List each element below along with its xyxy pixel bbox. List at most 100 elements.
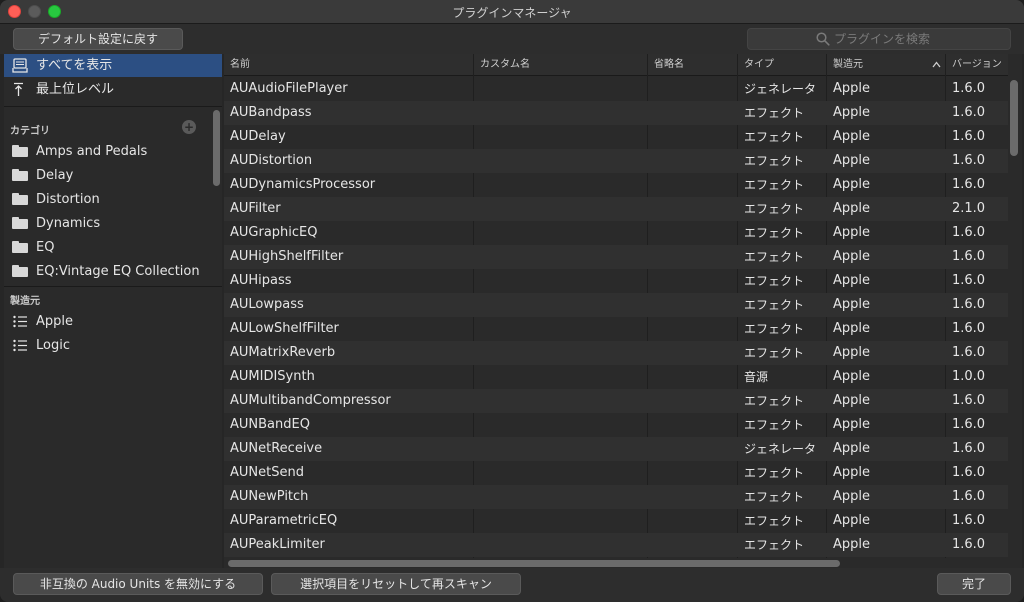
cell-type: エフェクト [744,394,805,408]
table-row[interactable]: AUMatrixReverb エフェクト Apple 1.6.0 [224,341,1008,365]
table-horizontal-scrollbar[interactable] [228,560,840,567]
sidebar-item-show-all[interactable]: すべてを表示 [4,54,222,77]
cell-manufacturer: Apple [833,225,871,240]
cell-version: 1.6.0 [952,321,986,336]
cell-version: 1.6.0 [952,417,986,432]
cell-version: 1.6.0 [952,441,986,456]
column-header-custom-name[interactable]: カスタム名 [474,54,648,76]
disable-incompatible-au-button[interactable]: 非互換の Audio Units を無効にする [13,573,263,595]
cell-type: ジェネレータ [744,442,817,456]
cell-type: エフェクト [744,226,805,240]
sidebar-item-top-level[interactable]: 最上位レベル [4,78,222,101]
sidebar-item-category[interactable]: EQ [4,236,222,259]
sidebar-item-manufacturer[interactable]: Apple [4,310,222,333]
cell-version: 1.6.0 [952,177,986,192]
sidebar-item-category[interactable]: EQ:Vintage EQ Collection [4,260,222,283]
search-placeholder: プラグインを検索 [834,32,931,46]
table-row[interactable]: AUParametricEQ エフェクト Apple 1.6.0 [224,509,1008,533]
cell-version: 1.6.0 [952,225,986,240]
table-row[interactable]: AUMultibandCompressor エフェクト Apple 1.6.0 [224,389,1008,413]
table-row[interactable]: AUNetSend エフェクト Apple 1.6.0 [224,461,1008,485]
sidebar-item-label: Distortion [36,192,100,207]
folder-icon [12,169,28,181]
sidebar-item-label: Amps and Pedals [36,144,148,159]
table-row[interactable]: AUFilter エフェクト Apple 2.1.0 [224,197,1008,221]
cell-type: ジェネレータ [744,82,817,96]
table-row[interactable]: AUGraphicEQ エフェクト Apple 1.6.0 [224,221,1008,245]
done-button[interactable]: 完了 [937,573,1011,595]
cell-version: 1.6.0 [952,513,986,528]
table-row[interactable]: AUDynamicsProcessor エフェクト Apple 1.6.0 [224,173,1008,197]
cell-name: AUMatrixReverb [230,345,336,360]
list-icon [13,315,27,328]
table-row[interactable]: AUAudioFilePlayer ジェネレータ Apple 1.6.0 [224,77,1008,101]
sidebar-item-label: Dynamics [36,216,101,231]
cell-name: AUDelay [230,129,286,144]
folder-icon [12,217,28,229]
plugin-manager-window: プラグインマネージャ デフォルト設定に戻す プラグインを検索 すべてを表示 最上… [0,0,1024,602]
table-row[interactable]: AULowpass エフェクト Apple 1.6.0 [224,293,1008,317]
table-row[interactable]: AUHipass エフェクト Apple 1.6.0 [224,269,1008,293]
up-arrow-icon [14,82,23,96]
cell-name: AUHighShelfFilter [230,249,344,264]
plugin-search-input[interactable]: プラグインを検索 [747,28,1011,50]
tray-stack-icon [12,58,28,73]
cell-type: エフェクト [744,322,805,336]
column-header-type[interactable]: タイプ [738,54,827,76]
cell-type: エフェクト [744,130,805,144]
folder-icon [12,145,28,157]
sidebar-item-category[interactable]: Dynamics [4,212,222,235]
cell-type: エフェクト [744,490,805,504]
sidebar-item-label: Logic [36,338,70,353]
sidebar-item-category[interactable]: Distortion [4,188,222,211]
list-icon [13,339,27,352]
column-header-short-name[interactable]: 省略名 [648,54,738,76]
table-row[interactable]: AUMIDISynth 音源 Apple 1.0.0 [224,365,1008,389]
add-category-icon[interactable]: + [182,120,196,134]
cell-version: 1.6.0 [952,81,986,96]
table-row[interactable]: AUNetReceive ジェネレータ Apple 1.6.0 [224,437,1008,461]
table-row[interactable]: AUNBandEQ エフェクト Apple 1.6.0 [224,413,1008,437]
reset-defaults-button[interactable]: デフォルト設定に戻す [13,28,183,50]
cell-name: AUNetReceive [230,441,323,456]
column-header-version[interactable]: バージョン [946,54,1008,76]
cell-type: エフェクト [744,466,805,480]
reset-and-rescan-button[interactable]: 選択項目をリセットして再スキャン [271,573,521,595]
sidebar-item-manufacturer[interactable]: Logic [4,334,222,357]
table-row[interactable]: AUHighShelfFilter エフェクト Apple 1.6.0 [224,245,1008,269]
cell-manufacturer: Apple [833,417,871,432]
cell-manufacturer: Apple [833,249,871,264]
cell-type: エフェクト [744,418,805,432]
table-row[interactable]: AUPeakLimiter エフェクト Apple 1.6.0 [224,533,1008,557]
column-header-manufacturer[interactable]: 製造元 [827,54,946,76]
sidebar-item-category[interactable]: Amps and Pedals [4,140,222,163]
cell-manufacturer: Apple [833,441,871,456]
table-row[interactable]: AUDistortion エフェクト Apple 1.6.0 [224,149,1008,173]
cell-version: 1.6.0 [952,537,986,552]
table-vertical-scrollbar[interactable] [1010,80,1018,156]
cell-name: AUMIDISynth [230,369,315,384]
cell-name: AUAudioFilePlayer [230,81,348,96]
cell-name: AULowShelfFilter [230,321,339,336]
cell-name: AUDynamicsProcessor [230,177,376,192]
cell-name: AUPeakLimiter [230,537,325,552]
table-row[interactable]: AULowShelfFilter エフェクト Apple 1.6.0 [224,317,1008,341]
cell-name: AULowpass [230,297,304,312]
cell-name: AUGraphicEQ [230,225,318,240]
table-row[interactable]: AUBandpass エフェクト Apple 1.6.0 [224,101,1008,125]
sidebar-item-category[interactable]: Delay [4,164,222,187]
plugin-table: 名前 カスタム名 省略名 タイプ 製造元 バージョン AUAudioFilePl… [224,54,1022,568]
cell-type: エフェクト [744,202,805,216]
cell-type: エフェクト [744,154,805,168]
cell-version: 1.6.0 [952,129,986,144]
category-section-header: カテゴリ [10,126,50,137]
sort-ascending-icon [932,61,941,68]
cell-manufacturer: Apple [833,321,871,336]
table-row[interactable]: AUDelay エフェクト Apple 1.6.0 [224,125,1008,149]
sidebar-item-label: すべてを表示 [36,58,113,73]
cell-version: 2.1.0 [952,201,986,216]
cell-version: 1.0.0 [952,369,986,384]
cell-manufacturer: Apple [833,273,871,288]
table-row[interactable]: AUNewPitch エフェクト Apple 1.6.0 [224,485,1008,509]
column-header-name[interactable]: 名前 [224,54,474,76]
